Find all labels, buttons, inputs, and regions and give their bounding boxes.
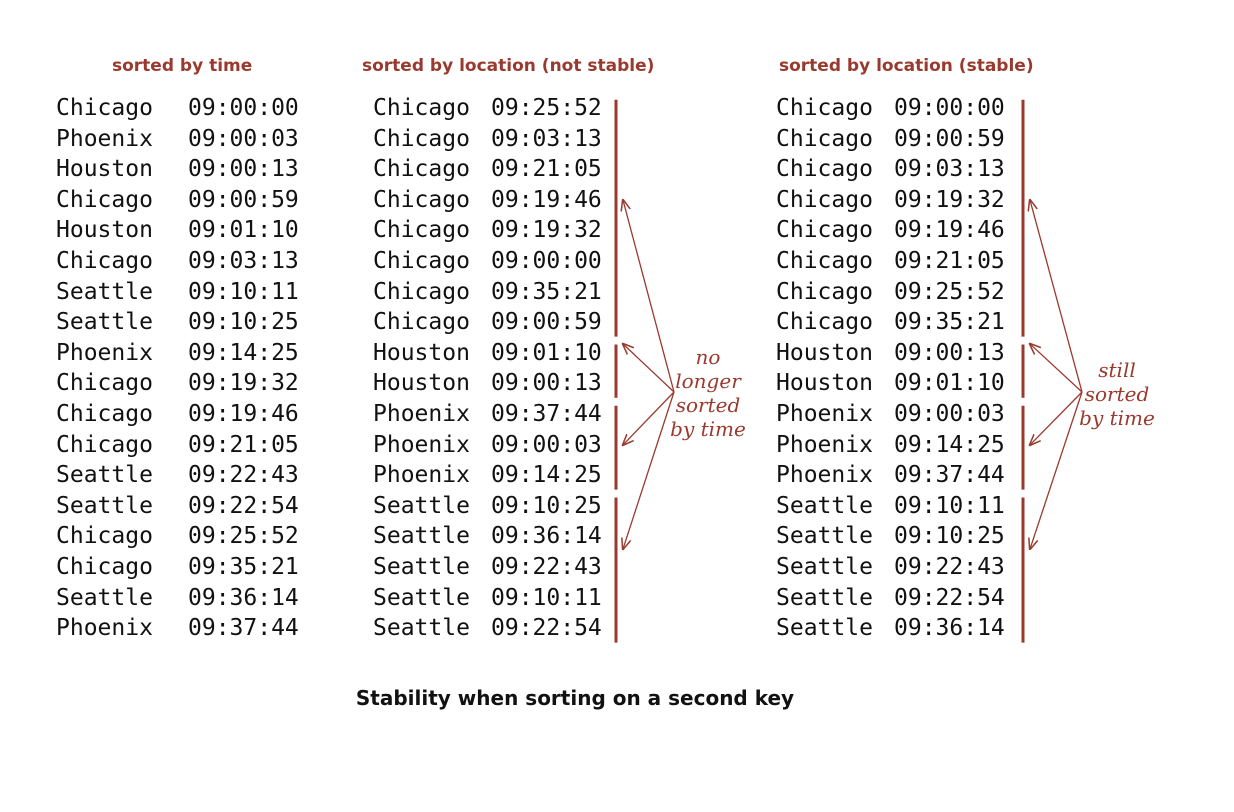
annotation-line: by time [1079,406,1155,430]
arrow [1030,391,1083,549]
arrow [1030,200,1083,393]
annotation-stable: still sorted by time [1078,358,1156,430]
figure-caption: Stability when sorting on a second key [355,686,795,710]
arrow [1030,344,1083,393]
arrow [1030,391,1083,445]
annotation-line: no [695,345,721,369]
annotation-not-stable: no longer sorted by time [666,345,750,441]
annotation-line: longer [675,369,741,393]
annotation-line: by time [670,417,746,441]
annotation-line: sorted [1084,382,1150,406]
annotation-line: still [1098,358,1136,382]
annotation-line: sorted [675,393,741,417]
